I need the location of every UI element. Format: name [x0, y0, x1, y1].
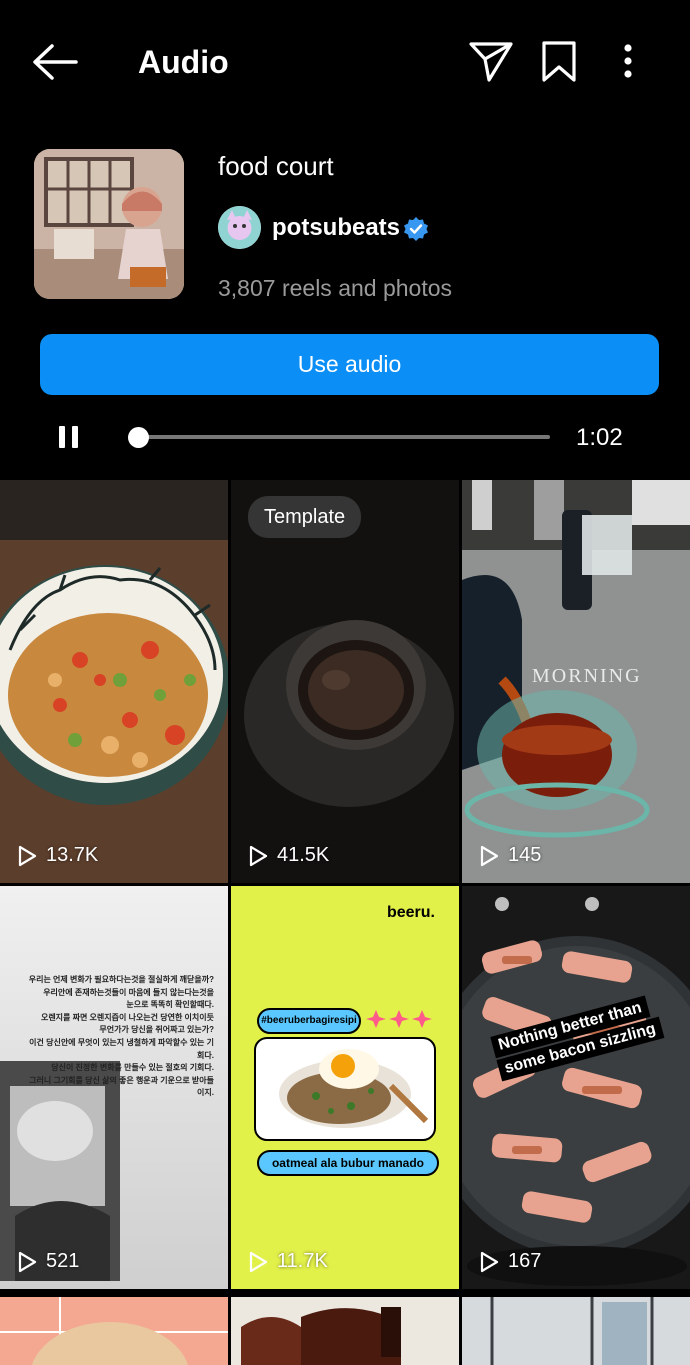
pause-button[interactable] — [56, 424, 82, 450]
reel-thumbnail[interactable]: 13.7K — [0, 480, 228, 883]
pause-icon — [59, 426, 65, 448]
play-icon — [18, 1251, 37, 1272]
reel-thumbnail[interactable] — [231, 1297, 459, 1365]
recipe-title-pill: oatmeal ala bubur manado — [257, 1150, 439, 1176]
reel-thumbnail[interactable] — [0, 1297, 228, 1365]
play-icon — [249, 845, 268, 866]
artist-name[interactable]: potsubeats — [272, 212, 400, 244]
progress-thumb[interactable] — [128, 427, 149, 448]
back-button[interactable] — [30, 40, 80, 84]
view-count: 167 — [478, 1250, 541, 1273]
view-count: 145 — [478, 844, 541, 867]
verified-badge-icon — [403, 216, 429, 242]
reel-thumbnail[interactable]: Template 41.5K — [231, 480, 459, 883]
reel-thumbnail[interactable]: MORNING 145 — [462, 480, 690, 883]
view-count: 13.7K — [16, 844, 98, 867]
reel-thumbnail[interactable]: Nothing better than some bacon sizzling … — [462, 886, 690, 1289]
page-title: Audio — [138, 44, 229, 80]
paper-plane-icon — [469, 42, 513, 82]
artist-avatar[interactable] — [218, 206, 261, 249]
save-button[interactable] — [540, 40, 580, 84]
vertical-dots-icon — [624, 44, 632, 78]
play-icon — [480, 1251, 499, 1272]
play-icon — [480, 845, 499, 866]
reel-thumbnail[interactable] — [462, 1297, 690, 1365]
reel-thumbnail[interactable]: 우리는 언제 변화가 필요하다는것을 절실하게 깨닫을까? 우리안에 존재하는것… — [0, 886, 228, 1289]
view-count: 11.7K — [247, 1250, 328, 1273]
view-count: 41.5K — [247, 844, 329, 867]
bookmark-icon — [542, 41, 576, 82]
play-icon — [249, 1251, 268, 1272]
view-count: 521 — [16, 1250, 79, 1273]
album-cover — [34, 149, 184, 299]
progress-track[interactable] — [140, 435, 550, 439]
korean-quote: 우리는 언제 변화가 필요하다는것을 절실하게 깨닫을까? 우리안에 존재하는것… — [28, 975, 214, 1098]
use-audio-button[interactable]: Use audio — [40, 334, 659, 395]
template-badge: Template — [248, 496, 362, 538]
share-button[interactable] — [468, 40, 514, 84]
play-icon — [18, 845, 37, 866]
overlay-text: MORNING — [532, 665, 642, 687]
reels-count: 3,807 reels and photos — [218, 275, 453, 301]
reel-thumbnail[interactable]: beeru. #beeruberbagiresipi oatmeal ala b… — [231, 886, 459, 1289]
more-options-button[interactable] — [612, 40, 644, 84]
duration: 1:02 — [576, 424, 623, 451]
track-name: food court — [218, 151, 334, 181]
arrow-left-icon — [33, 44, 78, 80]
